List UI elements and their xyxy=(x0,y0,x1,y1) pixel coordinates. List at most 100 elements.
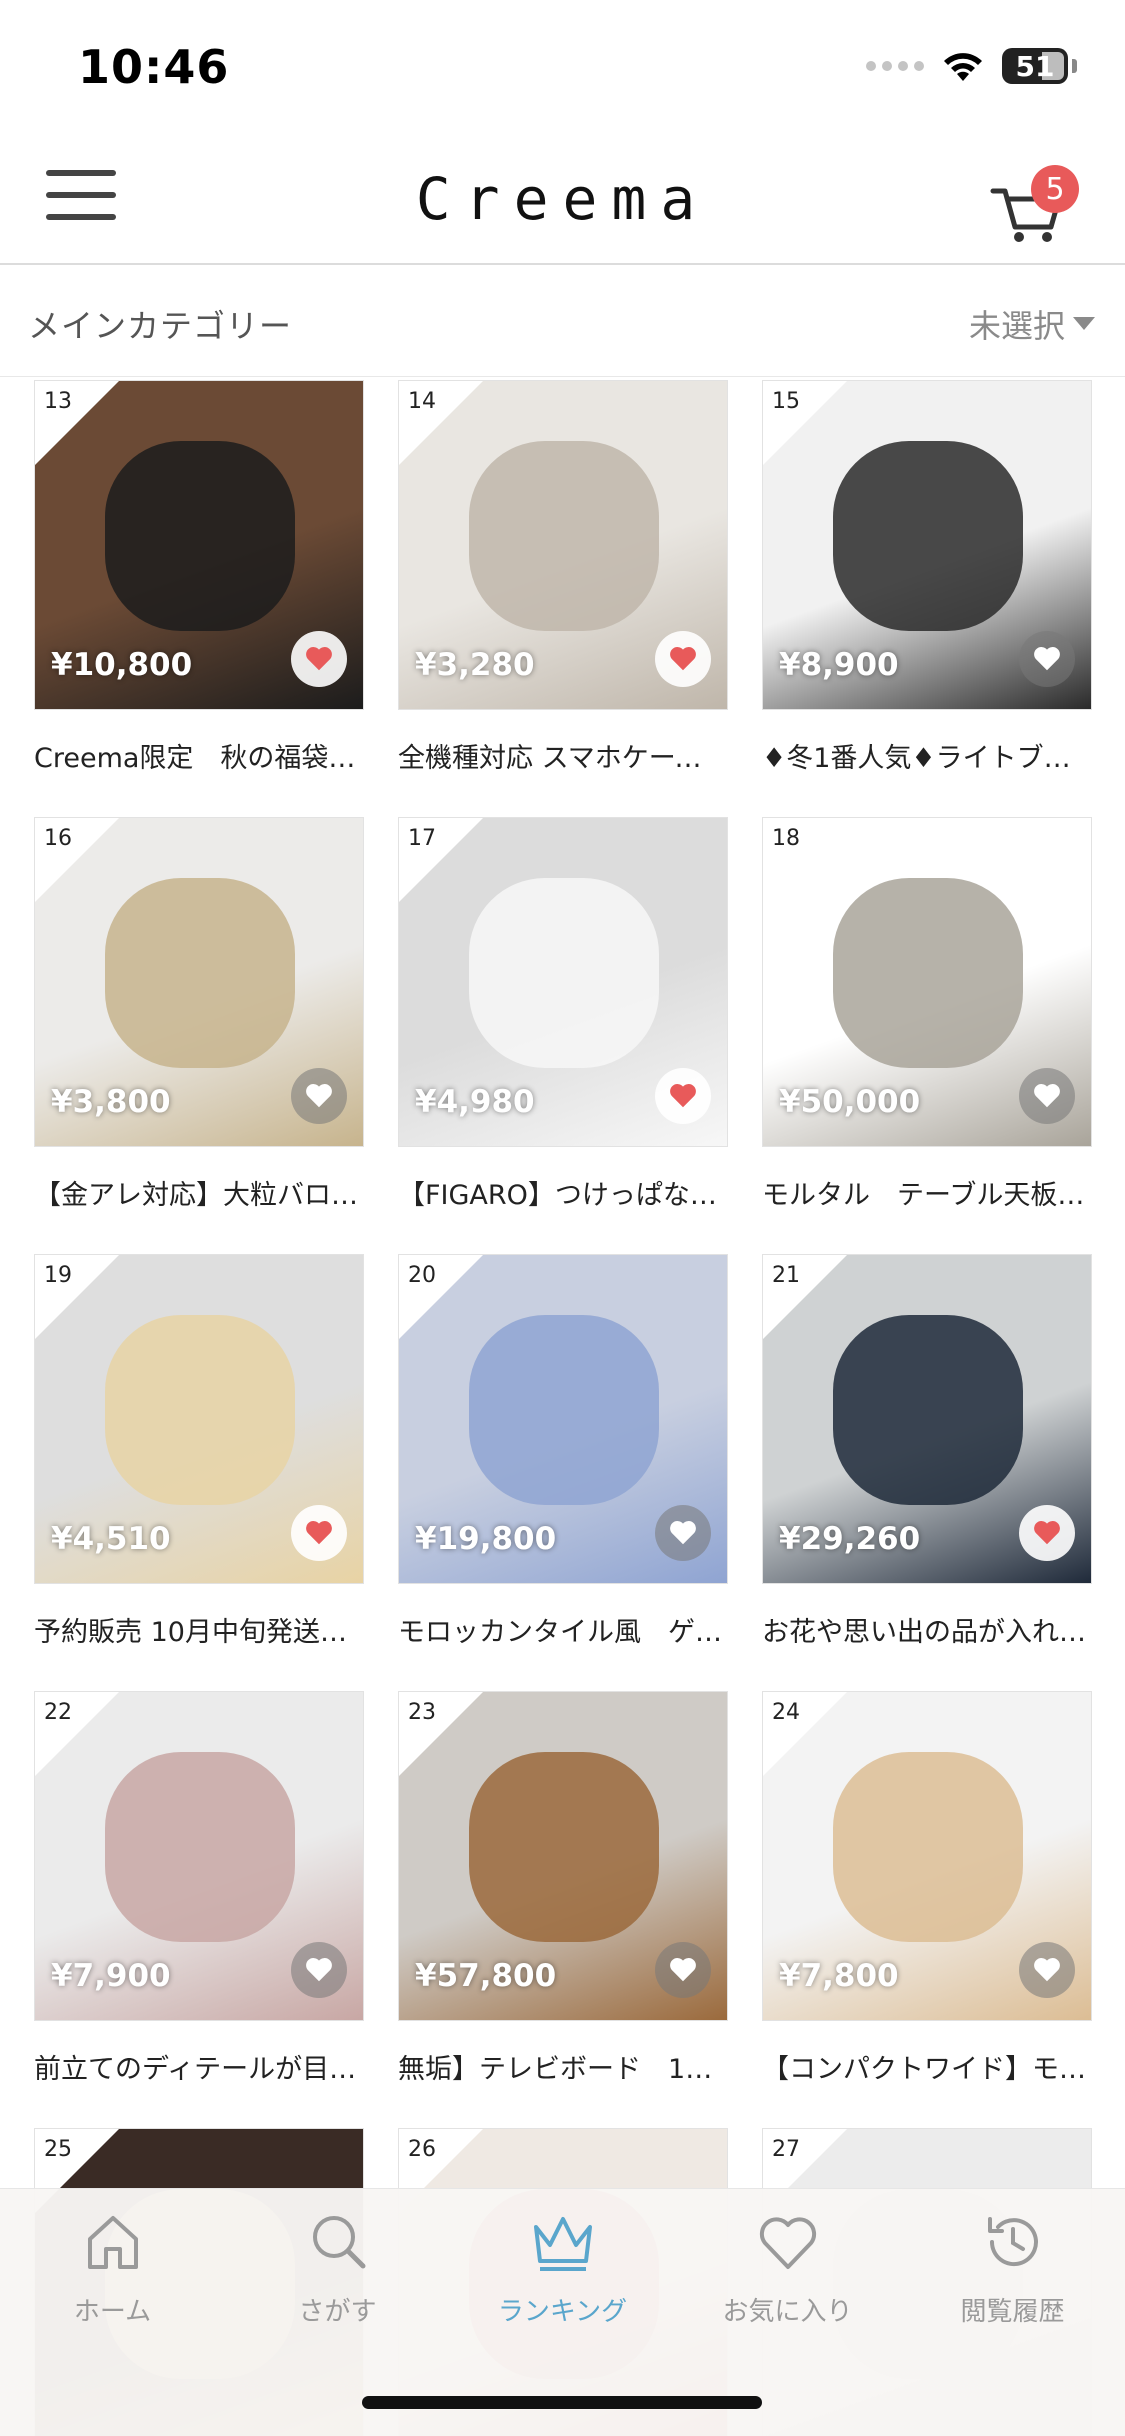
product-photo-subject xyxy=(105,1752,295,1942)
status-time: 10:46 xyxy=(78,40,230,94)
product-photo-subject xyxy=(833,1752,1023,1942)
rank-number: 15 xyxy=(772,389,800,414)
rank-number: 21 xyxy=(772,1263,800,1288)
heart-icon xyxy=(1034,1958,1060,1982)
favorite-button[interactable] xyxy=(655,1505,711,1561)
product-title[interactable]: 全機種対応 スマホケース… xyxy=(398,736,728,775)
product-card[interactable]: 22 ¥7,900 前立てのディテールが目… xyxy=(34,1691,364,2086)
cart-button[interactable]: 5 xyxy=(989,165,1079,245)
heart-icon xyxy=(306,647,332,671)
rank-number: 25 xyxy=(44,2137,72,2162)
product-photo-subject xyxy=(469,1315,659,1505)
product-title[interactable]: 【コンパクトワイド】モダ… xyxy=(762,2047,1092,2086)
favorite-button[interactable] xyxy=(291,1942,347,1998)
product-card[interactable]: 13 ¥10,800 Creema限定 秋の福袋… xyxy=(34,380,364,775)
product-photo-subject xyxy=(469,878,659,1068)
favorite-button[interactable] xyxy=(655,1068,711,1124)
rank-number: 23 xyxy=(408,1700,436,1725)
rank-number: 13 xyxy=(44,389,72,414)
tab-ranking[interactable]: ランキング xyxy=(450,2207,675,2328)
tab-label: ホーム xyxy=(73,2297,152,2327)
product-price: ¥4,510 xyxy=(51,1521,171,1557)
heart-icon xyxy=(1034,1084,1060,1108)
tab-label: ランキング xyxy=(497,2297,628,2327)
product-card[interactable]: 23 ¥57,800 無垢】テレビボード 18… xyxy=(398,1691,728,2086)
product-card[interactable]: 17 ¥4,980 【FIGARO】つけっぱなし… xyxy=(398,817,728,1212)
favorite-button[interactable] xyxy=(655,631,711,687)
home-icon xyxy=(87,2216,138,2269)
product-photo-subject xyxy=(105,441,295,631)
product-image[interactable]: 16 ¥3,800 xyxy=(34,817,364,1147)
category-label: メインカテゴリー xyxy=(28,307,293,345)
rank-number: 22 xyxy=(44,1700,72,1725)
status-bar: 10:46 51 xyxy=(0,0,1125,135)
favorite-button[interactable] xyxy=(291,1505,347,1561)
product-title[interactable]: 予約販売 10月中旬発送… xyxy=(34,1610,364,1649)
tab-label: お気に入り xyxy=(722,2297,853,2327)
favorite-button[interactable] xyxy=(1019,1068,1075,1124)
tab-history[interactable]: 閲覧履歴 xyxy=(900,2207,1125,2328)
category-selected-value[interactable]: 未選択 xyxy=(969,301,1065,347)
wifi-icon xyxy=(944,53,982,81)
product-image[interactable]: 24 ¥7,800 xyxy=(762,1691,1092,2021)
product-photo-subject xyxy=(469,441,659,631)
product-price: ¥8,900 xyxy=(779,647,899,683)
product-image[interactable]: 17 ¥4,980 xyxy=(398,817,728,1147)
product-card[interactable]: 15 ¥8,900 ♦冬1番人気♦ライトブ… xyxy=(762,380,1092,775)
favorite-button[interactable] xyxy=(291,1068,347,1124)
product-card[interactable]: 20 ¥19,800 モロッカンタイル風 ゲ… xyxy=(398,1254,728,1649)
product-title[interactable]: 前立てのディテールが目… xyxy=(34,2047,364,2086)
rank-number: 27 xyxy=(772,2137,800,2162)
tab-search[interactable]: さがす xyxy=(225,2207,450,2328)
caret-down-icon xyxy=(1073,317,1095,330)
product-title[interactable]: モロッカンタイル風 ゲ… xyxy=(398,1610,728,1649)
product-image[interactable]: 21 ¥29,260 xyxy=(762,1254,1092,1584)
heart-icon xyxy=(670,1521,696,1545)
product-image[interactable]: 20 ¥19,800 xyxy=(398,1254,728,1584)
product-title[interactable]: 無垢】テレビボード 18… xyxy=(398,2047,728,2086)
rank-number: 19 xyxy=(44,1263,72,1288)
product-price: ¥50,000 xyxy=(779,1084,921,1120)
product-title[interactable]: 【金アレ対応】大粒バロッ… xyxy=(34,1173,364,1212)
heart-icon xyxy=(1034,1521,1060,1545)
favorite-button[interactable] xyxy=(655,1942,711,1998)
product-title[interactable]: お花や思い出の品が入れ… xyxy=(762,1610,1092,1649)
product-card[interactable]: 16 ¥3,800 【金アレ対応】大粒バロッ… xyxy=(34,817,364,1212)
product-image[interactable]: 14 ¥3,280 xyxy=(398,380,728,710)
product-price: ¥3,280 xyxy=(415,647,535,683)
heart-icon xyxy=(306,1084,332,1108)
app-logo[interactable]: Creema xyxy=(0,165,1125,233)
product-card[interactable]: 24 ¥7,800 【コンパクトワイド】モダ… xyxy=(762,1691,1092,2086)
product-price: ¥7,900 xyxy=(51,1958,171,1994)
product-card[interactable]: 19 ¥4,510 予約販売 10月中旬発送… xyxy=(34,1254,364,1649)
favorite-button[interactable] xyxy=(1019,631,1075,687)
product-price: ¥57,800 xyxy=(415,1958,557,1994)
product-image[interactable]: 18 ¥50,000 xyxy=(762,817,1092,1147)
product-image[interactable]: 13 ¥10,800 xyxy=(34,380,364,710)
tab-favorites[interactable]: お気に入り xyxy=(675,2207,900,2328)
rank-number: 24 xyxy=(772,1700,800,1725)
favorite-button[interactable] xyxy=(291,631,347,687)
product-title[interactable]: Creema限定 秋の福袋… xyxy=(34,736,364,775)
tab-label: さがす xyxy=(298,2297,377,2327)
product-title[interactable]: モルタル テーブル天板… xyxy=(762,1173,1092,1212)
favorite-button[interactable] xyxy=(1019,1942,1075,1998)
product-price: ¥29,260 xyxy=(779,1521,921,1557)
favorite-button[interactable] xyxy=(1019,1505,1075,1561)
battery-level: 51 xyxy=(1015,49,1055,83)
product-card[interactable]: 21 ¥29,260 お花や思い出の品が入れ… xyxy=(762,1254,1092,1649)
rank-number: 16 xyxy=(44,826,72,851)
product-image[interactable]: 15 ¥8,900 xyxy=(762,380,1092,710)
product-title[interactable]: ♦冬1番人気♦ライトブ… xyxy=(762,736,1092,775)
tab-home[interactable]: ホーム xyxy=(0,2207,225,2328)
category-filter[interactable]: メインカテゴリー 未選択 xyxy=(0,267,1125,377)
heart-icon xyxy=(670,1958,696,1982)
product-title[interactable]: 【FIGARO】つけっぱなし… xyxy=(398,1173,728,1212)
heart-icon xyxy=(670,1084,696,1108)
rank-number: 18 xyxy=(772,826,800,851)
product-image[interactable]: 23 ¥57,800 xyxy=(398,1691,728,2021)
product-card[interactable]: 18 ¥50,000 モルタル テーブル天板… xyxy=(762,817,1092,1212)
product-card[interactable]: 14 ¥3,280 全機種対応 スマホケース… xyxy=(398,380,728,775)
product-image[interactable]: 22 ¥7,900 xyxy=(34,1691,364,2021)
product-image[interactable]: 19 ¥4,510 xyxy=(34,1254,364,1584)
